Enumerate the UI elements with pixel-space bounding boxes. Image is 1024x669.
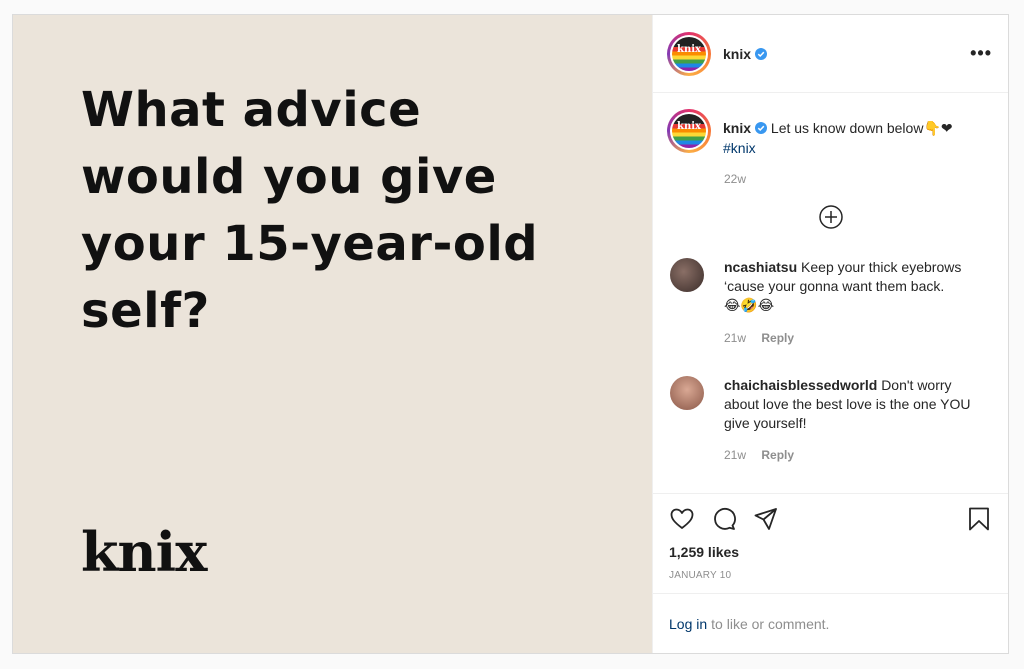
caption-avatar[interactable]: knix <box>667 109 711 153</box>
comment-icon <box>714 507 736 530</box>
reply-button[interactable]: Reply <box>761 331 794 345</box>
more-options-icon[interactable]: ••• <box>970 43 992 64</box>
share-icon <box>754 508 777 530</box>
comment-username[interactable]: chaichaisblessedworld <box>724 377 877 393</box>
avatar-text: knix <box>677 43 701 55</box>
reply-button[interactable]: Reply <box>761 448 794 462</box>
comment-button[interactable] <box>711 506 737 532</box>
bookmark-icon[interactable] <box>966 506 992 532</box>
comment-item: chaichaisblessedworld Don't worry about … <box>667 376 994 465</box>
commenter-avatar[interactable] <box>670 376 704 410</box>
post-frame: What advice would you give your 15-year-… <box>12 14 1009 654</box>
verified-icon <box>755 47 768 60</box>
post-side-panel: knix knix ••• knix knix Let us know down… <box>652 15 1008 653</box>
comment-emoji: 😂🤣😂 <box>724 298 775 314</box>
post-image[interactable]: What advice would you give your 15-year-… <box>13 15 652 653</box>
hashtag-link[interactable]: #knix <box>723 140 756 156</box>
commenter-avatar[interactable] <box>670 258 704 292</box>
login-prompt: Log in to like or comment. <box>653 593 1008 653</box>
caption-username[interactable]: knix <box>723 120 751 136</box>
post-headline: What advice would you give your 15-year-… <box>81 82 539 339</box>
comment-username[interactable]: ncashiatsu <box>724 259 797 275</box>
comment-item: ncashiatsu Keep your thick eyebrows ‘cau… <box>667 258 994 348</box>
post-header: knix knix ••• <box>653 15 1008 93</box>
caption: knix knix Let us know down below👇❤ #knix <box>667 109 994 158</box>
heart-icon <box>670 508 694 529</box>
post-actions: 1,259 likes JANUARY 10 <box>653 493 1008 593</box>
header-username[interactable]: knix <box>723 46 751 62</box>
brand-wordmark: knix <box>81 520 207 584</box>
caption-age[interactable]: 22w <box>724 172 994 186</box>
post-date[interactable]: JANUARY 10 <box>669 570 992 581</box>
login-link[interactable]: Log in <box>669 616 707 632</box>
caption-emoji: 👇❤ <box>923 121 953 137</box>
comments-section: knix knix Let us know down below👇❤ #knix… <box>653 93 1008 493</box>
plus-circle-icon <box>818 205 843 229</box>
verified-icon <box>755 122 768 134</box>
likes-count[interactable]: 1,259 likes <box>669 544 992 560</box>
share-button[interactable] <box>753 506 779 532</box>
comment-age[interactable]: 21w <box>724 448 746 462</box>
caption-text: Let us know down below <box>770 120 924 136</box>
caption-text-block: knix Let us know down below👇❤ #knix <box>723 109 973 158</box>
like-button[interactable] <box>669 506 695 532</box>
caption-avatar-text: knix <box>677 121 701 132</box>
login-prompt-text: to like or comment. <box>711 615 830 632</box>
load-more-comments-button[interactable] <box>667 204 994 230</box>
comment-age[interactable]: 21w <box>724 331 746 345</box>
avatar[interactable]: knix <box>667 31 711 76</box>
